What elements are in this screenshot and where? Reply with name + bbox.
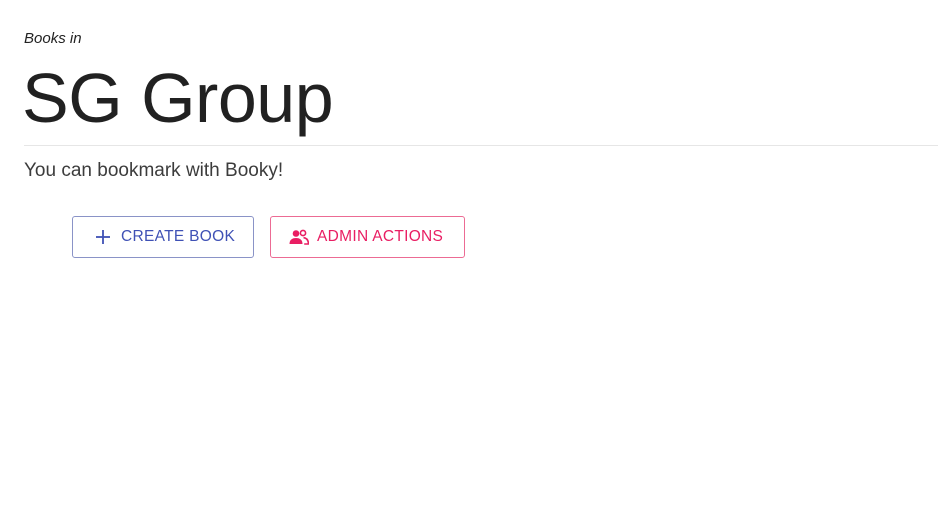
admin-actions-label: ADMIN ACTIONS <box>317 228 444 245</box>
header-divider <box>24 145 938 146</box>
page: Books in SG Group You can bookmark with … <box>0 0 938 516</box>
page-subtitle: You can bookmark with Booky! <box>24 160 284 181</box>
create-book-button[interactable]: CREATE BOOK <box>72 216 254 258</box>
page-title: SG Group <box>22 59 334 137</box>
action-bar: CREATE BOOK ADMIN ACTIONS <box>72 216 465 258</box>
plus-icon <box>93 227 113 247</box>
admin-actions-button[interactable]: ADMIN ACTIONS <box>270 216 465 258</box>
page-eyebrow: Books in <box>24 30 82 47</box>
create-book-label: CREATE BOOK <box>121 228 236 245</box>
people-icon <box>289 227 309 247</box>
